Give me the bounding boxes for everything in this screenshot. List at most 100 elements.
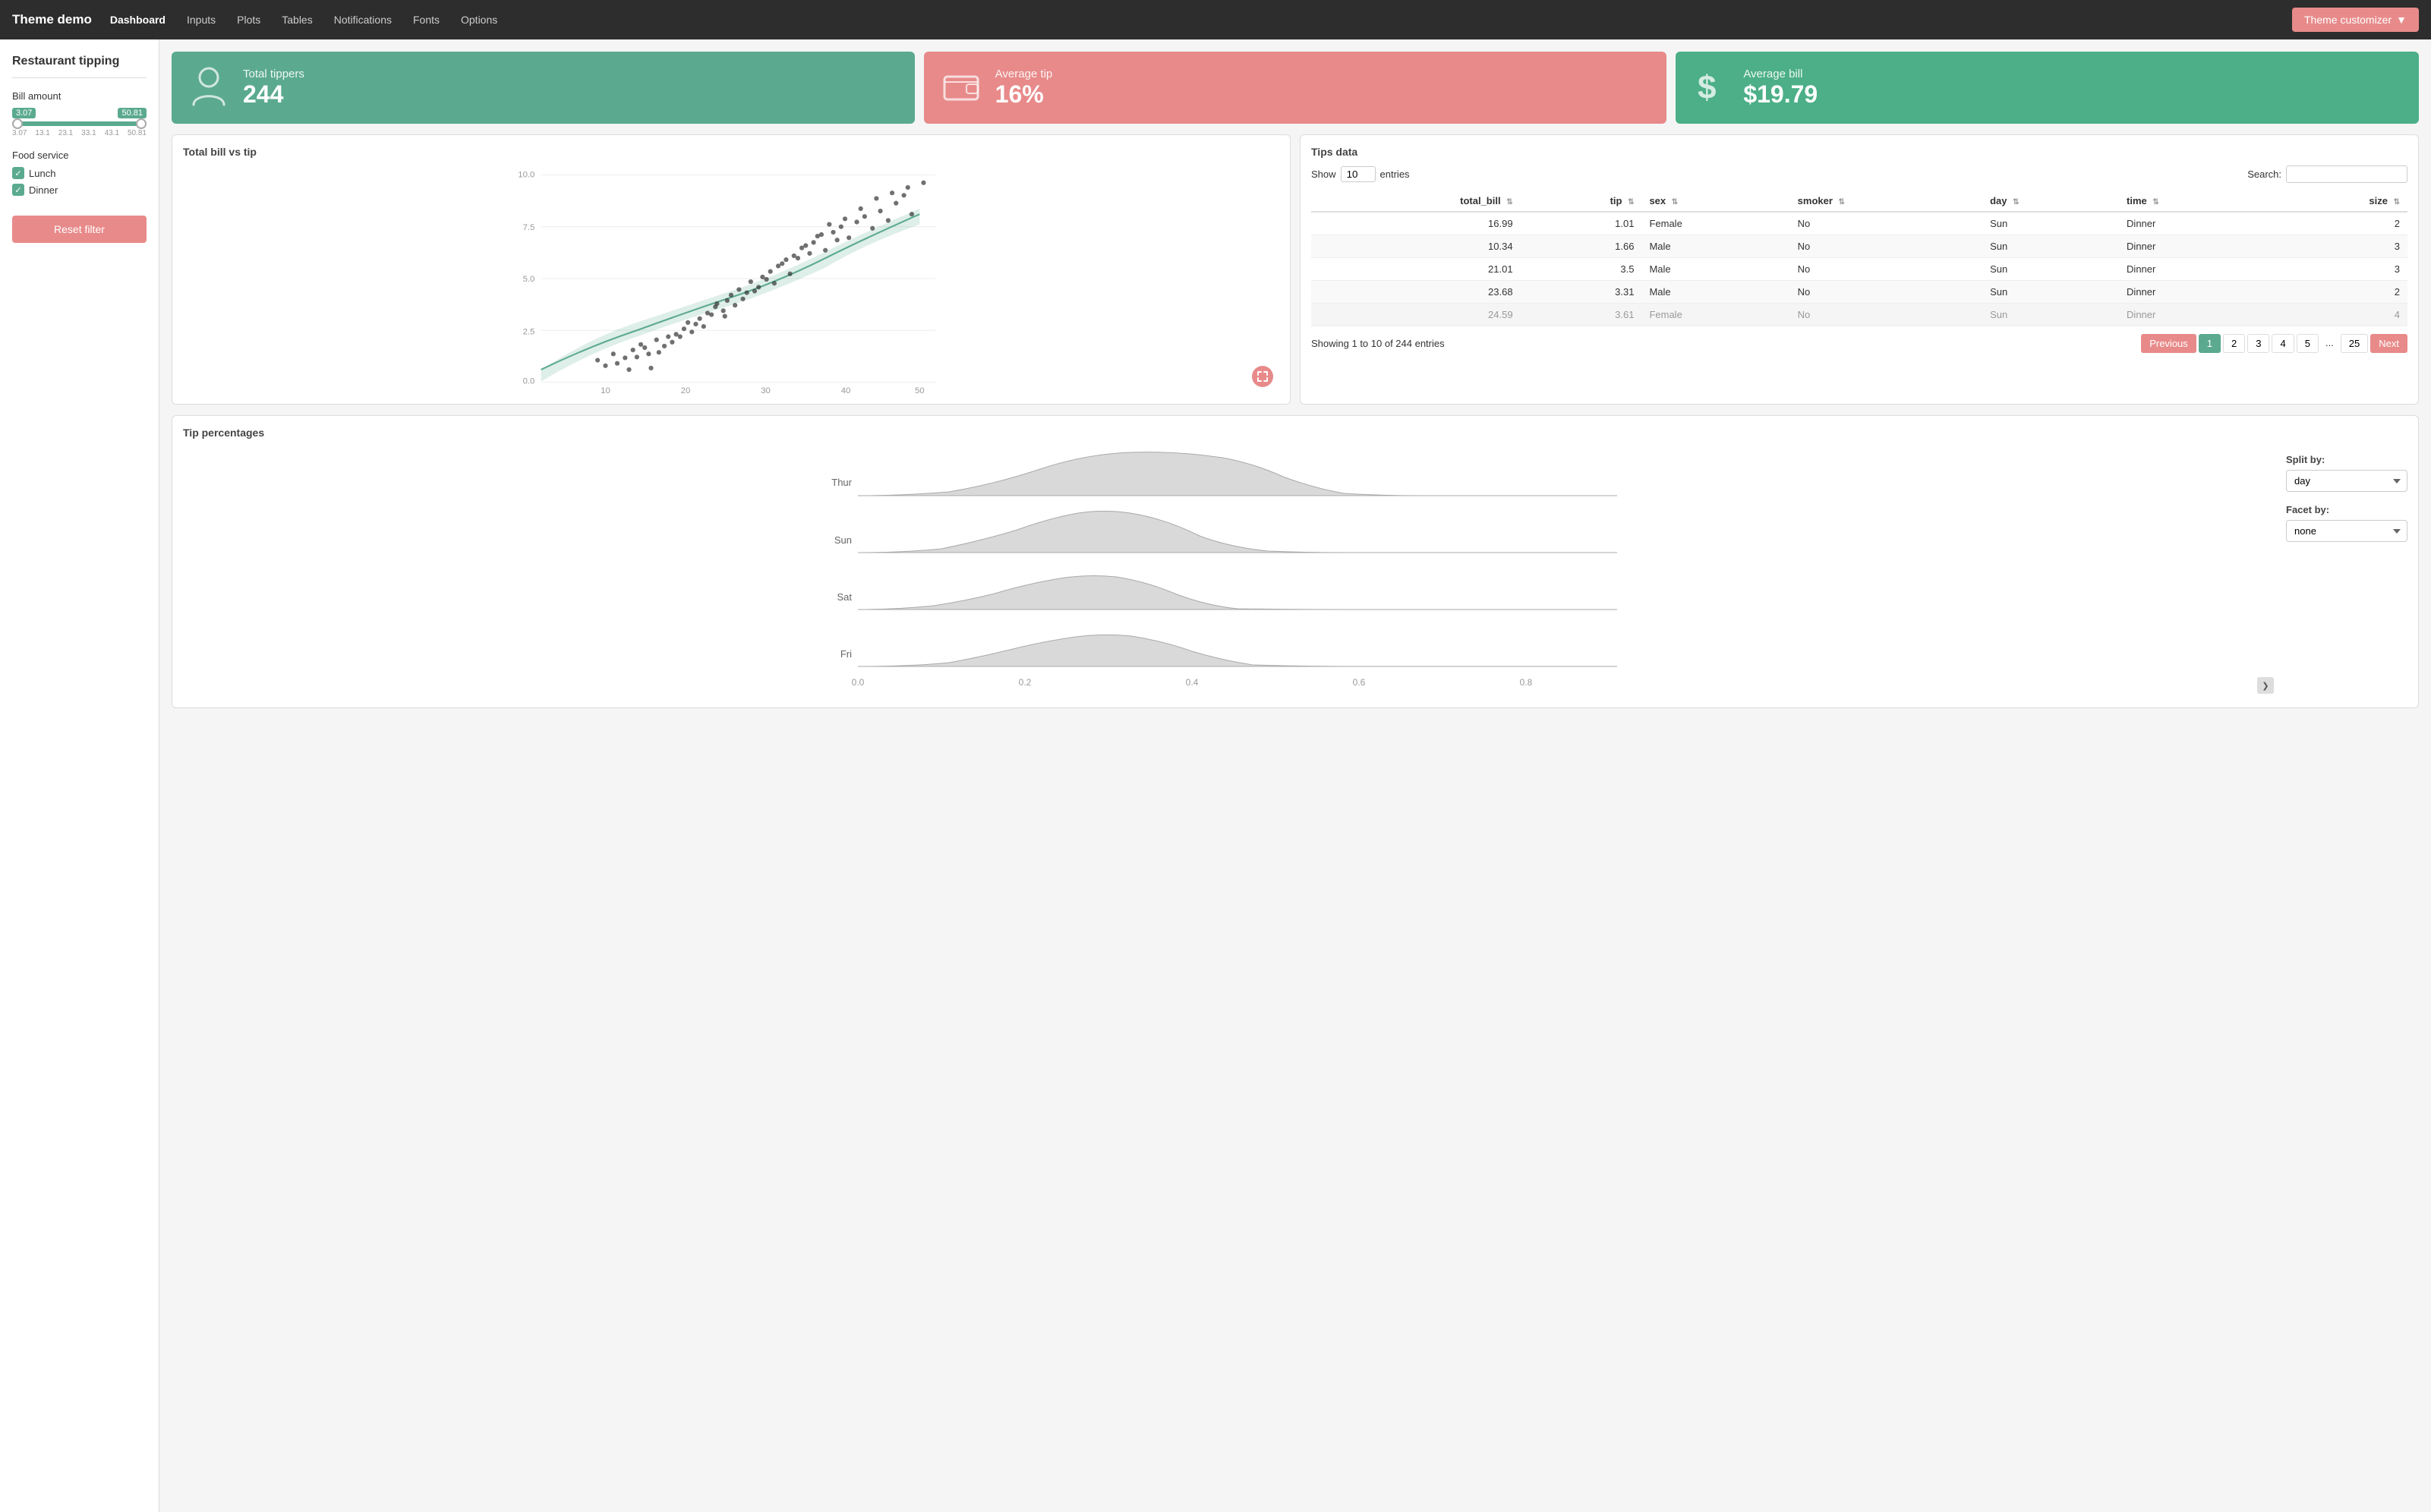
col-smoker[interactable]: smoker ⇅ — [1790, 191, 1982, 212]
cell-size: 4 — [2265, 304, 2407, 326]
sort-icon-size: ⇅ — [2394, 198, 2400, 206]
table-footer-text: Showing 1 to 10 of 244 entries — [1311, 338, 1445, 349]
cell-size: 3 — [2265, 235, 2407, 258]
svg-text:50: 50 — [915, 386, 925, 393]
sort-icon-tip: ⇅ — [1628, 198, 1634, 206]
col-tip[interactable]: tip ⇅ — [1521, 191, 1642, 212]
sort-icon-smoker: ⇅ — [1839, 198, 1845, 206]
split-by-select[interactable]: day sex smoker time — [2286, 470, 2407, 492]
range-min-pill: 3.07 — [12, 108, 36, 118]
cell-day: Sun — [1982, 258, 2119, 281]
next-button[interactable]: Next — [2370, 334, 2407, 353]
table-row: 10.34 1.66 Male No Sun Dinner 3 — [1311, 235, 2407, 258]
lunch-label: Lunch — [29, 168, 55, 179]
range-ticks: 3.07 13.1 23.1 33.1 43.1 50.81 — [12, 129, 147, 137]
cell-smoker: No — [1790, 235, 1982, 258]
pagination: Previous 1 2 3 4 5 ... 25 Next — [2141, 334, 2407, 353]
table-row: 21.01 3.5 Male No Sun Dinner 3 — [1311, 258, 2407, 281]
nav-tables[interactable]: Tables — [273, 9, 321, 30]
nav-plots[interactable]: Plots — [228, 9, 270, 30]
col-size[interactable]: size ⇅ — [2265, 191, 2407, 212]
search-label: Search: — [2247, 169, 2281, 180]
cell-bill: 23.68 — [1311, 281, 1521, 304]
table-panel: Tips data Show entries Search: — [1300, 134, 2419, 405]
theme-customizer-label: Theme customizer — [2304, 14, 2392, 26]
cell-size: 2 — [2265, 212, 2407, 235]
cell-tip: 1.01 — [1521, 212, 1642, 235]
stat-info-tip: Average tip 16% — [995, 68, 1053, 109]
col-total-bill[interactable]: total_bill ⇅ — [1311, 191, 1521, 212]
cell-smoker: No — [1790, 281, 1982, 304]
cell-bill: 16.99 — [1311, 212, 1521, 235]
facet-by-select[interactable]: none sex smoker time — [2286, 520, 2407, 542]
app-brand: Theme demo — [12, 12, 92, 27]
svg-text:Sun: Sun — [834, 534, 852, 546]
dinner-checkbox-row[interactable]: Dinner — [12, 184, 147, 196]
dinner-checkbox[interactable] — [12, 184, 24, 196]
previous-button[interactable]: Previous — [2141, 334, 2196, 353]
cell-time: Dinner — [2119, 304, 2265, 326]
app-body: Restaurant tipping Bill amount 3.07 50.8… — [0, 39, 2431, 1512]
page-4-button[interactable]: 4 — [2272, 334, 2294, 353]
cell-bill: 10.34 — [1311, 235, 1521, 258]
table-title: Tips data — [1311, 146, 2407, 158]
col-day[interactable]: day ⇅ — [1982, 191, 2119, 212]
range-track[interactable] — [12, 121, 147, 126]
density-title: Tip percentages — [183, 427, 2407, 439]
cell-sex: Male — [1641, 281, 1789, 304]
svg-text:40: 40 — [841, 386, 851, 393]
tippers-label: Total tippers — [243, 68, 304, 80]
svg-text:20: 20 — [681, 386, 691, 393]
theme-customizer-button[interactable]: Theme customizer ▼ — [2292, 8, 2419, 32]
nav-dashboard[interactable]: Dashboard — [101, 9, 175, 30]
person-icon — [190, 67, 228, 109]
stat-card-bill: $ Average bill $19.79 — [1676, 52, 2419, 124]
col-time[interactable]: time ⇅ — [2119, 191, 2265, 212]
svg-text:0.4: 0.4 — [1186, 677, 1199, 688]
wallet-icon — [942, 71, 980, 105]
svg-text:0.2: 0.2 — [1019, 677, 1032, 688]
page-25-button[interactable]: 25 — [2341, 334, 2368, 353]
table-head: total_bill ⇅ tip ⇅ sex ⇅ smoker ⇅ day ⇅ … — [1311, 191, 2407, 212]
table-search-input[interactable] — [2286, 165, 2407, 183]
col-sex[interactable]: sex ⇅ — [1641, 191, 1789, 212]
table-row: 24.59 3.61 Female No Sun Dinner 4 — [1311, 304, 2407, 326]
scatter-panel: Total bill vs tip 10.0 7.5 5.0 2.5 0.0 — [172, 134, 1291, 405]
expand-icon — [1257, 371, 1268, 382]
split-by-label: Split by: — [2286, 454, 2407, 465]
scatter-expand-button[interactable] — [1252, 366, 1273, 387]
table-search-controls: Search: — [2247, 165, 2407, 183]
page-1-button[interactable]: 1 — [2199, 334, 2221, 353]
cell-bill: 24.59 — [1311, 304, 1521, 326]
reset-filter-button[interactable]: Reset filter — [12, 216, 147, 243]
page-5-button[interactable]: 5 — [2297, 334, 2319, 353]
nav-fonts[interactable]: Fonts — [404, 9, 449, 30]
lunch-checkbox-row[interactable]: Lunch — [12, 167, 147, 179]
range-thumb-left[interactable] — [12, 118, 23, 129]
tip-label: Average tip — [995, 68, 1053, 80]
sidebar: Restaurant tipping Bill amount 3.07 50.8… — [0, 39, 159, 1512]
density-expand-button[interactable]: ❯ — [2257, 677, 2274, 694]
cell-smoker: No — [1790, 212, 1982, 235]
cell-time: Dinner — [2119, 212, 2265, 235]
density-section: Tip percentages Thur Sun Sat Fri — [172, 415, 2419, 708]
range-thumb-right[interactable] — [136, 118, 147, 129]
cell-time: Dinner — [2119, 258, 2265, 281]
stat-card-tip: Average tip 16% — [924, 52, 1667, 124]
lunch-checkbox[interactable] — [12, 167, 24, 179]
show-entries-input[interactable] — [1341, 166, 1376, 182]
stat-info-tippers: Total tippers 244 — [243, 68, 304, 109]
nav-inputs[interactable]: Inputs — [178, 9, 225, 30]
sort-icon-bill: ⇅ — [1506, 198, 1512, 206]
svg-text:Thur: Thur — [831, 477, 852, 488]
nav-notifications[interactable]: Notifications — [325, 9, 401, 30]
nav-options[interactable]: Options — [452, 9, 506, 30]
cell-tip: 3.61 — [1521, 304, 1642, 326]
svg-text:5.0: 5.0 — [523, 275, 535, 284]
page-2-button[interactable]: 2 — [2223, 334, 2245, 353]
svg-text:10.0: 10.0 — [518, 171, 534, 180]
table-row: 16.99 1.01 Female No Sun Dinner 2 — [1311, 212, 2407, 235]
stat-cards: Total tippers 244 Average tip 16% — [172, 52, 2419, 124]
page-3-button[interactable]: 3 — [2247, 334, 2269, 353]
range-fill — [12, 121, 147, 126]
